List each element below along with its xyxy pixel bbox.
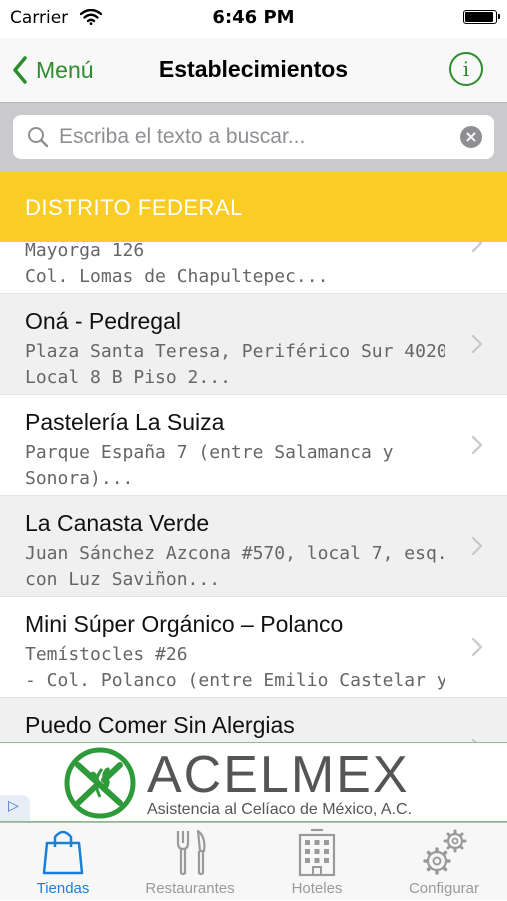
shopping-bag-icon xyxy=(0,827,126,881)
search-icon xyxy=(27,126,49,152)
page-title: Establecimientos xyxy=(158,56,349,82)
ad-choices-icon: ▷ xyxy=(8,798,19,814)
list-item-title: Mini Súper Orgánico – Polanco xyxy=(25,611,344,637)
fork-knife-icon xyxy=(127,827,253,881)
list-item[interactable]: Oná - Pedregal Plaza Santa Teresa, Perif… xyxy=(0,294,507,395)
list-item-title: Puedo Comer Sin Alergias xyxy=(25,712,295,738)
navigation-bar: Menú Establecimientos i xyxy=(0,38,507,103)
gears-icon xyxy=(381,827,507,881)
list-item[interactable]: Mayorga 126 Col. Lomas de Chapultepec... xyxy=(0,242,507,294)
search-input[interactable] xyxy=(59,115,449,159)
list-item-title: Oná - Pedregal xyxy=(25,308,181,334)
list-item-title: Pastelería La Suiza xyxy=(25,409,225,435)
list-item-address: Mayorga 126 Col. Lomas de Chapultepec... xyxy=(25,242,329,287)
info-button[interactable]: i xyxy=(449,52,483,86)
establishment-list[interactable]: Mayorga 126 Col. Lomas de Chapultepec...… xyxy=(0,242,507,742)
section-title: DISTRITO FEDERAL xyxy=(25,195,243,220)
list-item-address: Parque España 7 (entre Salamanca y Sonor… xyxy=(25,442,394,489)
chevron-right-icon xyxy=(471,334,483,354)
list-item-address: Juan Sánchez Azcona #570, local 7, esq. … xyxy=(25,543,445,590)
clear-search-button[interactable]: × xyxy=(460,126,482,148)
building-icon xyxy=(254,827,380,881)
ad-brand: ACELMEX xyxy=(147,746,410,804)
search-bar: × xyxy=(0,103,507,172)
list-item[interactable]: Mini Súper Orgánico – Polanco Temístocle… xyxy=(0,597,507,698)
status-bar: Carrier 6:46 PM xyxy=(0,0,507,38)
tab-label: Configurar xyxy=(408,880,480,897)
battery-icon xyxy=(463,10,500,24)
search-field[interactable]: × xyxy=(13,115,494,159)
tab-label: Tiendas xyxy=(36,880,90,897)
tab-tiendas[interactable]: Tiendas xyxy=(0,823,126,901)
list-item-address: Plaza Santa Teresa, Periférico Sur 4020,… xyxy=(25,341,445,388)
tab-hoteles[interactable]: Hoteles xyxy=(254,823,380,901)
ad-choices-button[interactable]: ▷ xyxy=(0,795,30,821)
tab-restaurantes[interactable]: Restaurantes xyxy=(127,823,253,901)
list-item[interactable]: La Canasta Verde Juan Sánchez Azcona #57… xyxy=(0,496,507,597)
tab-label: Hoteles xyxy=(291,880,343,897)
tab-label: Restaurantes xyxy=(145,880,235,897)
chevron-right-icon xyxy=(471,637,483,657)
list-item-address: Temístocles #26 - Col. Polanco (entre Em… xyxy=(25,644,445,691)
acelmex-logo-icon xyxy=(62,747,138,823)
info-icon: i xyxy=(462,57,470,81)
section-header: DISTRITO FEDERAL xyxy=(0,172,507,242)
ad-banner[interactable]: ACELMEX Asistencia al Celíaco de México,… xyxy=(0,742,507,822)
list-item-title: La Canasta Verde xyxy=(25,510,210,536)
chevron-right-icon xyxy=(471,536,483,556)
chevron-right-icon xyxy=(471,242,483,253)
clear-icon: × xyxy=(464,127,478,146)
list-item[interactable]: Pastelería La Suiza Parque España 7 (ent… xyxy=(0,395,507,496)
clock: 6:46 PM xyxy=(212,7,295,28)
chevron-right-icon xyxy=(471,435,483,455)
list-item[interactable]: Puedo Comer Sin Alergias xyxy=(0,698,507,742)
ad-tagline: Asistencia al Celíaco de México, A.C. xyxy=(147,801,413,818)
tab-bar: Tiendas Restaurantes Hoteles Configurar xyxy=(0,822,507,900)
tab-configurar[interactable]: Configurar xyxy=(381,823,507,901)
